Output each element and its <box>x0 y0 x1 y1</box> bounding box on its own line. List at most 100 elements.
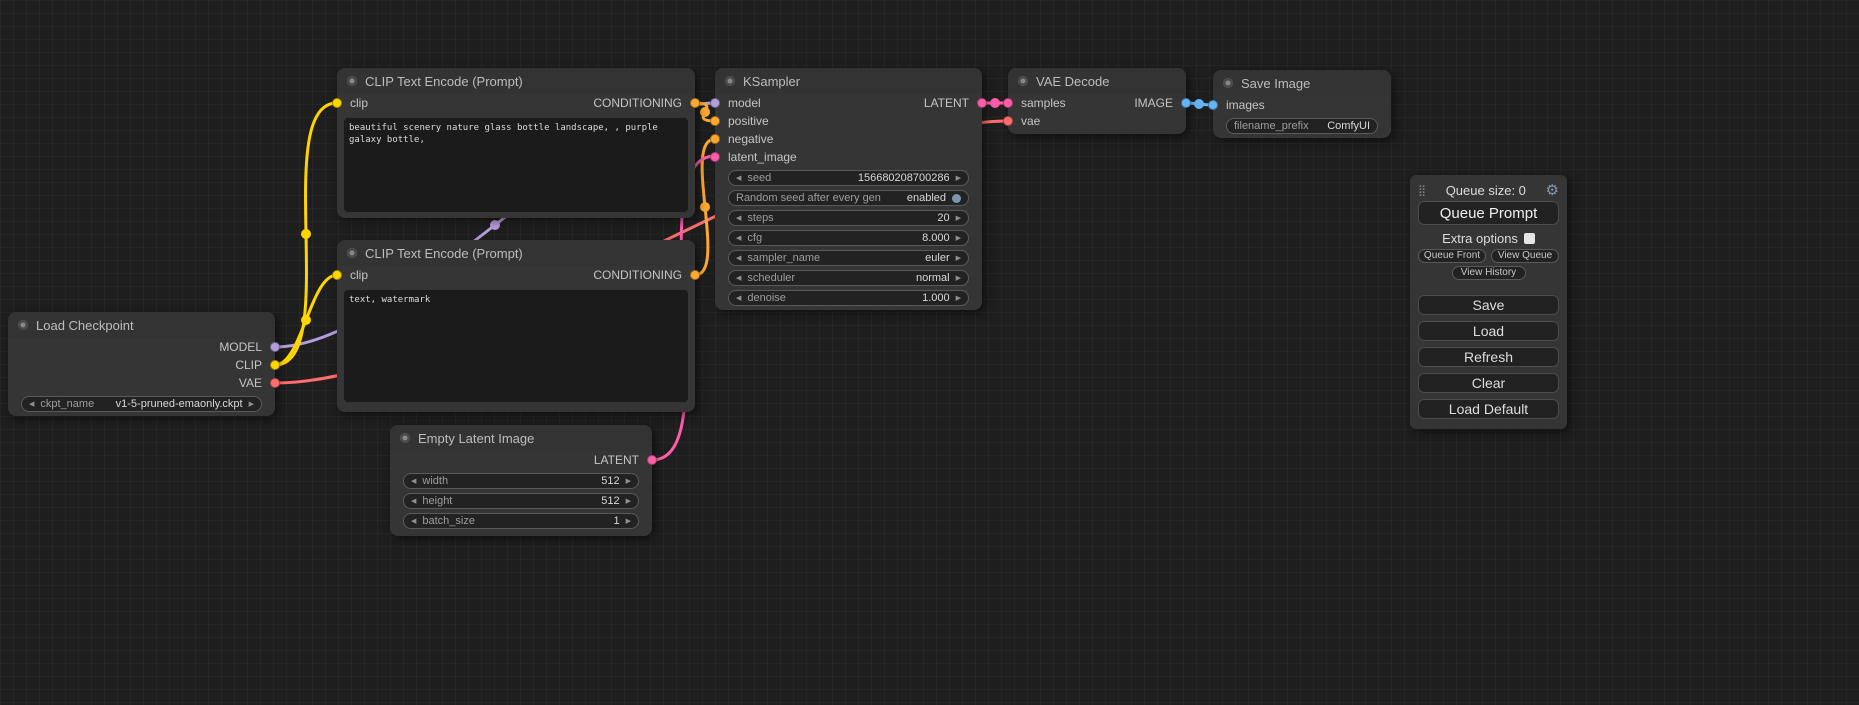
view-queue-button[interactable]: View Queue <box>1491 249 1559 263</box>
refresh-button[interactable]: Refresh <box>1418 347 1559 367</box>
view-history-button[interactable]: View History <box>1452 266 1526 280</box>
ckpt-name-widget[interactable]: ◀ ckpt_name v1-5-pruned-emaonly.ckpt ▶ <box>21 396 262 412</box>
conditioning-output-port[interactable] <box>690 270 700 280</box>
vae-output-port[interactable] <box>270 378 280 388</box>
increment-arrow-icon[interactable]: ▶ <box>956 275 961 282</box>
images-input-port[interactable] <box>1208 100 1218 110</box>
node-title-bar[interactable]: Empty Latent Image <box>390 425 652 451</box>
toggle-indicator-icon[interactable] <box>952 194 961 203</box>
decrement-arrow-icon[interactable]: ◀ <box>29 401 34 408</box>
node-title-text: CLIP Text Encode (Prompt) <box>365 74 523 89</box>
input-label: samples <box>1021 96 1066 110</box>
clip-input-port[interactable] <box>332 98 342 108</box>
increment-arrow-icon[interactable]: ▶ <box>956 215 961 222</box>
drag-handle-icon[interactable]: ⣿ <box>1418 184 1426 197</box>
node-empty-latent-image[interactable]: Empty Latent Image LATENT ◀ width 512 ▶ … <box>390 425 652 536</box>
decrement-arrow-icon[interactable]: ◀ <box>736 175 741 182</box>
clip-output-port[interactable] <box>270 360 280 370</box>
collapse-dot-icon[interactable] <box>347 76 357 86</box>
decrement-arrow-icon[interactable]: ◀ <box>736 215 741 222</box>
node-save-image[interactable]: Save Image images filename_prefix ComfyU… <box>1213 70 1391 138</box>
decrement-arrow-icon[interactable]: ◀ <box>411 498 416 505</box>
collapse-dot-icon[interactable] <box>400 433 410 443</box>
conditioning-output-port[interactable] <box>690 98 700 108</box>
denoise-widget[interactable]: ◀ denoise 1.000 ▶ <box>728 290 969 306</box>
settings-gear-icon[interactable]: ⚙ <box>1546 181 1559 199</box>
latent-output-port[interactable] <box>647 455 657 465</box>
node-clip-text-encode-negative[interactable]: CLIP Text Encode (Prompt) clip CONDITION… <box>337 240 695 412</box>
node-title-bar[interactable]: CLIP Text Encode (Prompt) <box>337 240 695 266</box>
widget-label: batch_size <box>422 515 475 527</box>
samples-input-port[interactable] <box>1003 98 1013 108</box>
node-title-bar[interactable]: CLIP Text Encode (Prompt) <box>337 68 695 94</box>
widget-value: 8.000 <box>922 232 950 244</box>
decrement-arrow-icon[interactable]: ◀ <box>411 478 416 485</box>
load-button[interactable]: Load <box>1418 321 1559 341</box>
collapse-dot-icon[interactable] <box>725 76 735 86</box>
queue-buttons-row: Queue Front View Queue <box>1418 249 1559 263</box>
increment-arrow-icon[interactable]: ▶ <box>956 175 961 182</box>
widget-value: enabled <box>907 192 946 204</box>
collapse-dot-icon[interactable] <box>18 320 28 330</box>
collapse-dot-icon[interactable] <box>1223 78 1233 88</box>
extra-options-checkbox[interactable] <box>1524 233 1535 244</box>
collapse-dot-icon[interactable] <box>1018 76 1028 86</box>
sampler-name-widget[interactable]: ◀ sampler_name euler ▶ <box>728 250 969 266</box>
seed-widget[interactable]: ◀ seed 156680208700286 ▶ <box>728 170 969 186</box>
latent-output-port[interactable] <box>977 98 987 108</box>
node-title-bar[interactable]: Save Image <box>1213 70 1391 96</box>
increment-arrow-icon[interactable]: ▶ <box>626 478 631 485</box>
input-label: clip <box>350 268 368 282</box>
scheduler-widget[interactable]: ◀ scheduler normal ▶ <box>728 270 969 286</box>
vae-input-port[interactable] <box>1003 116 1013 126</box>
queue-panel-header[interactable]: ⣿ Queue size: 0 ⚙ <box>1418 181 1559 199</box>
widget-label: denoise <box>747 292 786 304</box>
increment-arrow-icon[interactable]: ▶ <box>249 401 254 408</box>
clip-input-port[interactable] <box>332 270 342 280</box>
decrement-arrow-icon[interactable]: ◀ <box>736 235 741 242</box>
node-title-bar[interactable]: Load Checkpoint <box>8 312 275 338</box>
widget-label: filename_prefix <box>1234 120 1309 132</box>
collapse-dot-icon[interactable] <box>347 248 357 258</box>
random-seed-toggle-widget[interactable]: Random seed after every gen enabled <box>728 190 969 206</box>
node-ksampler[interactable]: KSampler model LATENT positive negative … <box>715 68 982 310</box>
model-output-port[interactable] <box>270 342 280 352</box>
queue-prompt-button[interactable]: Queue Prompt <box>1418 201 1559 225</box>
positive-prompt-textarea[interactable]: beautiful scenery nature glass bottle la… <box>344 118 688 212</box>
link-midpoint-dot <box>490 220 500 230</box>
width-widget[interactable]: ◀ width 512 ▶ <box>403 473 639 489</box>
positive-input-port[interactable] <box>710 116 720 126</box>
negative-input-port[interactable] <box>710 134 720 144</box>
node-title-bar[interactable]: VAE Decode <box>1008 68 1186 94</box>
latent-image-input-port[interactable] <box>710 152 720 162</box>
save-button[interactable]: Save <box>1418 295 1559 315</box>
output-label: LATENT <box>594 453 639 467</box>
node-title-bar[interactable]: KSampler <box>715 68 982 94</box>
widget-label: seed <box>747 172 771 184</box>
increment-arrow-icon[interactable]: ▶ <box>956 295 961 302</box>
image-output-port[interactable] <box>1181 98 1191 108</box>
negative-prompt-textarea[interactable]: text, watermark <box>344 290 688 402</box>
node-load-checkpoint[interactable]: Load Checkpoint MODEL CLIP VAE ◀ ckpt_na… <box>8 312 275 416</box>
slot-row: samples IMAGE <box>1008 94 1186 112</box>
model-input-port[interactable] <box>710 98 720 108</box>
decrement-arrow-icon[interactable]: ◀ <box>736 295 741 302</box>
decrement-arrow-icon[interactable]: ◀ <box>736 255 741 262</box>
filename-prefix-widget[interactable]: filename_prefix ComfyUI <box>1226 118 1378 134</box>
increment-arrow-icon[interactable]: ▶ <box>956 235 961 242</box>
batch-size-widget[interactable]: ◀ batch_size 1 ▶ <box>403 513 639 529</box>
decrement-arrow-icon[interactable]: ◀ <box>736 275 741 282</box>
decrement-arrow-icon[interactable]: ◀ <box>411 518 416 525</box>
queue-front-button[interactable]: Queue Front <box>1418 249 1486 263</box>
steps-widget[interactable]: ◀ steps 20 ▶ <box>728 210 969 226</box>
increment-arrow-icon[interactable]: ▶ <box>956 255 961 262</box>
cfg-widget[interactable]: ◀ cfg 8.000 ▶ <box>728 230 969 246</box>
increment-arrow-icon[interactable]: ▶ <box>626 498 631 505</box>
load-default-button[interactable]: Load Default <box>1418 399 1559 419</box>
node-clip-text-encode-positive[interactable]: CLIP Text Encode (Prompt) clip CONDITION… <box>337 68 695 218</box>
node-vae-decode[interactable]: VAE Decode samples IMAGE vae <box>1008 68 1186 134</box>
clear-button[interactable]: Clear <box>1418 373 1559 393</box>
increment-arrow-icon[interactable]: ▶ <box>626 518 631 525</box>
widget-label: sampler_name <box>747 252 820 264</box>
height-widget[interactable]: ◀ height 512 ▶ <box>403 493 639 509</box>
